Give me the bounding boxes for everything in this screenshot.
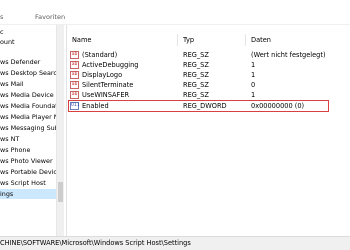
value-type: REG_SZ	[183, 71, 209, 79]
column-header-name[interactable]: Name	[72, 36, 91, 44]
tree-item[interactable]: ws Desktop Search	[0, 68, 61, 78]
string-value-icon: ab	[70, 51, 79, 59]
value-row-activedebugging[interactable]: ab ActiveDebugging REG_SZ 1	[67, 60, 350, 70]
column-divider[interactable]	[177, 34, 178, 46]
value-row-displaylogo[interactable]: ab DisplayLogo REG_SZ 1	[67, 70, 350, 80]
tree-item[interactable]: ws Photo Viewer	[0, 156, 53, 166]
value-data: (Wert nicht festgelegt)	[251, 51, 326, 59]
value-name: (Standard)	[82, 51, 118, 59]
tree-item[interactable]: ws Messaging Subs	[0, 123, 62, 133]
menu-bar: s Favoriten	[0, 0, 350, 25]
column-header-data[interactable]: Daten	[251, 36, 271, 44]
string-value-icon: ab	[70, 81, 79, 89]
tree-item[interactable]: ws Phone	[0, 145, 30, 155]
value-name: SilentTerminate	[82, 81, 134, 89]
value-data: 1	[251, 91, 256, 99]
menu-view[interactable]: s	[0, 13, 3, 21]
highlight-annotation	[68, 100, 329, 112]
tree-item-settings[interactable]: ings	[0, 189, 56, 199]
tree-item[interactable]: c	[0, 27, 4, 37]
tree-scrollbar[interactable]	[56, 25, 64, 236]
value-name: ActiveDebugging	[82, 61, 139, 69]
value-type: REG_SZ	[183, 91, 209, 99]
column-divider[interactable]	[245, 34, 246, 46]
tree-item[interactable]: ws Media Foundati	[0, 101, 60, 111]
value-name: DisplayLogo	[82, 71, 123, 79]
tree-scrollbar-thumb[interactable]	[58, 182, 63, 202]
values-list: Name Typ Daten ab (Standard) REG_SZ (Wer…	[67, 25, 350, 236]
tree-item[interactable]: ws Portable Device	[0, 167, 61, 177]
value-type: REG_SZ	[183, 51, 209, 59]
value-data: 0	[251, 81, 256, 89]
string-value-icon: ab	[70, 61, 79, 69]
value-row-standard[interactable]: ab (Standard) REG_SZ (Wert nicht festgel…	[67, 50, 350, 60]
column-header-type[interactable]: Typ	[183, 36, 194, 44]
value-type: REG_SZ	[183, 81, 209, 89]
tree-item[interactable]: ws Media Player N	[0, 112, 59, 122]
status-bar-path: CHINE\SOFTWARE\Microsoft\Windows Script …	[0, 236, 350, 250]
value-data: 1	[251, 61, 256, 69]
value-row-usewinsafer[interactable]: ab UseWINSAFER REG_SZ 1	[67, 90, 350, 100]
value-row-silentterminate[interactable]: ab SilentTerminate REG_SZ 0	[67, 80, 350, 90]
value-name: UseWINSAFER	[82, 91, 130, 99]
tree-item[interactable]: ount	[0, 37, 15, 47]
registry-key-tree[interactable]: c ount ws Defender ws Desktop Search ws …	[0, 25, 64, 236]
tree-item[interactable]: ws NT	[0, 134, 19, 144]
tree-item[interactable]: ws Mail	[0, 79, 24, 89]
tree-item[interactable]: ws Defender	[0, 57, 40, 67]
value-type: REG_SZ	[183, 61, 209, 69]
tree-item[interactable]: ws Script Host	[0, 178, 46, 188]
menu-favorites[interactable]: Favoriten	[35, 13, 65, 21]
string-value-icon: ab	[70, 91, 79, 99]
string-value-icon: ab	[70, 71, 79, 79]
tree-item[interactable]: ws Media Device M	[0, 90, 61, 100]
value-data: 1	[251, 71, 256, 79]
